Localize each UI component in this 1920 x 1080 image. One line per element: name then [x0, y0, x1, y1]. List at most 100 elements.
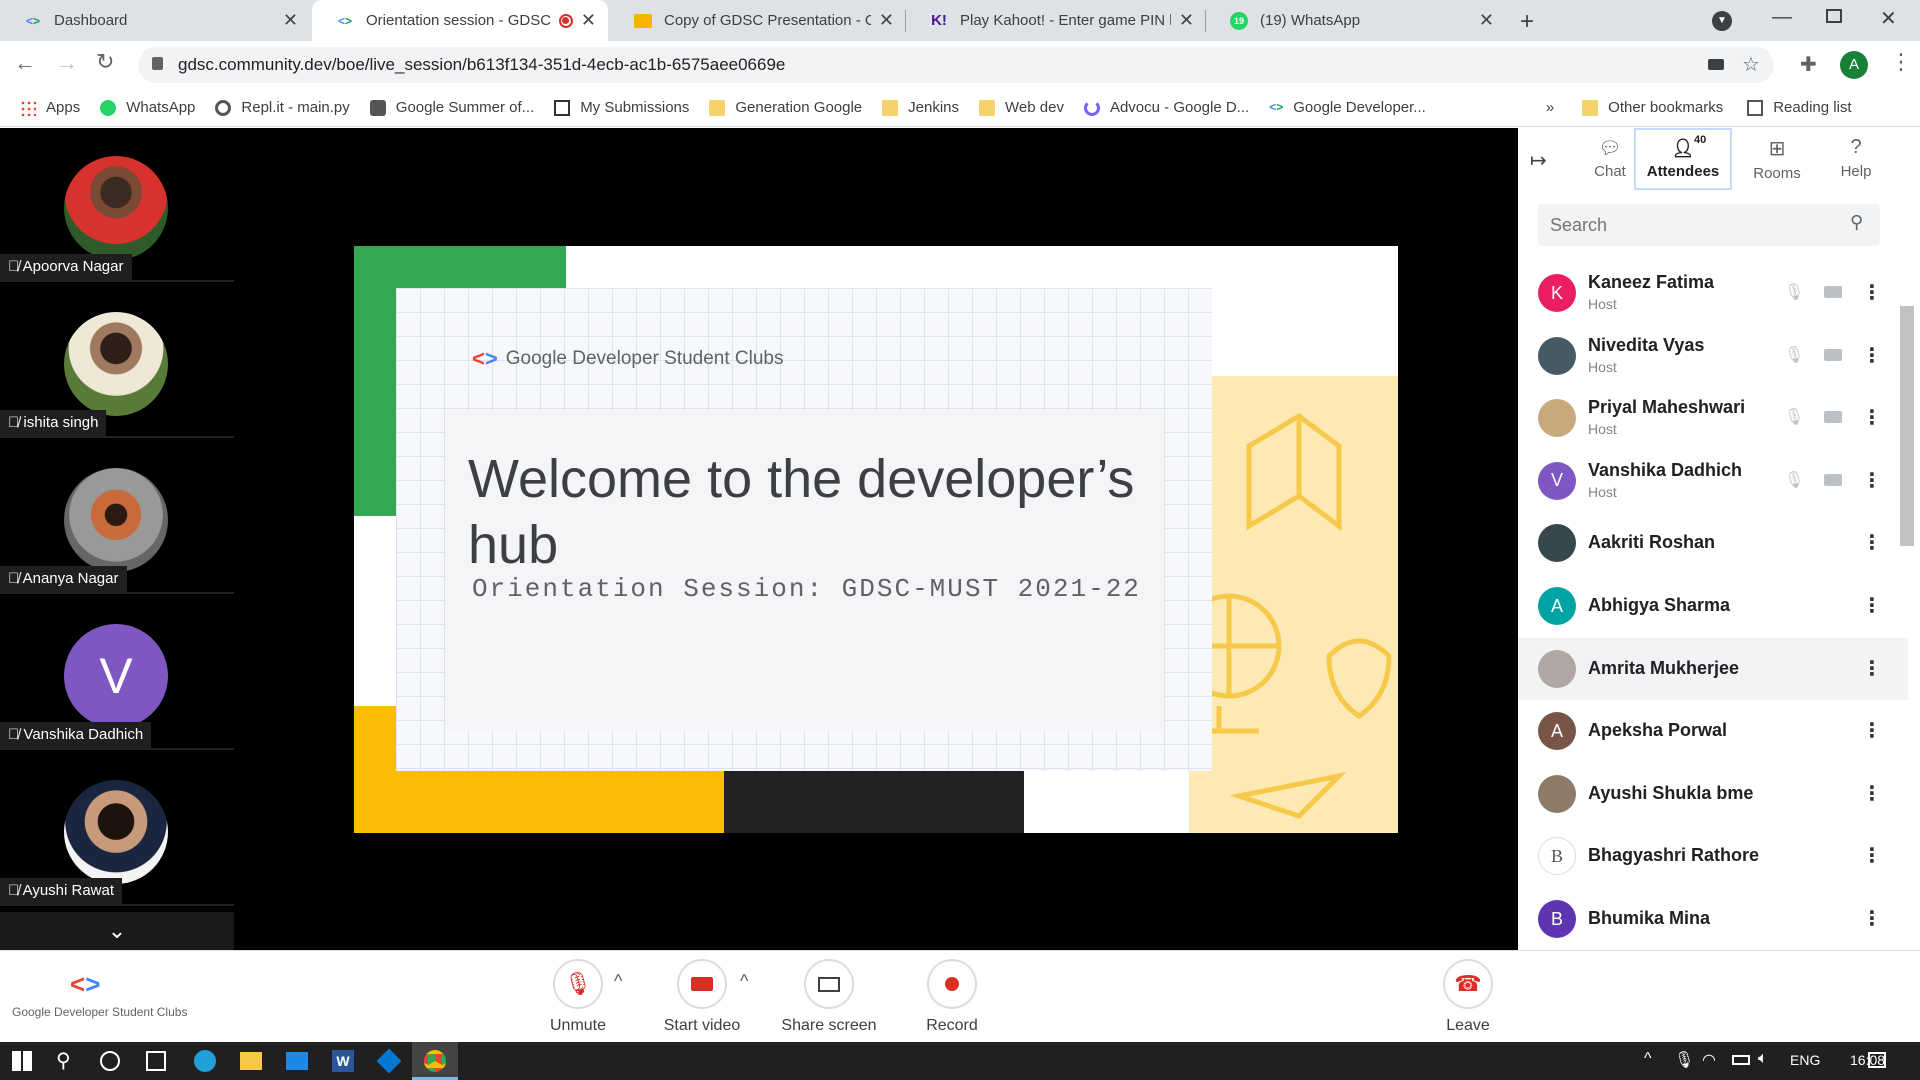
- video-options-chevron-icon[interactable]: ^: [740, 971, 748, 992]
- attendee-more-options-icon[interactable]: ⋮: [1862, 718, 1882, 743]
- attendee-row[interactable]: Nivedita Vyas Host 🎙︎ ⋮: [1518, 325, 1908, 387]
- video-tile[interactable]: 🎙̸ Ayushi Rawat: [0, 752, 234, 906]
- attendee-more-options-icon[interactable]: ⋮: [1862, 280, 1882, 305]
- scroll-down-chevron-icon[interactable]: ⌄: [0, 912, 234, 950]
- attendee-row[interactable]: A Apeksha Porwal ⋮: [1518, 700, 1908, 762]
- attendee-row[interactable]: Ayushi Shukla bme ⋮: [1518, 763, 1908, 825]
- search-icon[interactable]: ⚲: [1850, 212, 1863, 233]
- attendee-search-input[interactable]: [1538, 204, 1828, 246]
- other-bookmarks[interactable]: Other bookmarks: [1582, 99, 1723, 116]
- leave-button[interactable]: ☎︎ Leave: [1428, 959, 1508, 1035]
- attendee-row[interactable]: A Abhigya Sharma ⋮: [1518, 575, 1908, 637]
- tab-whatsapp[interactable]: 19 (19) WhatsApp ✕: [1206, 0, 1506, 41]
- minimize-button[interactable]: —: [1772, 6, 1792, 29]
- bookmark-advocu[interactable]: Advocu - Google D...: [1083, 99, 1249, 116]
- more-bookmarks-chevron[interactable]: »: [1546, 99, 1554, 116]
- attendee-more-options-icon[interactable]: ⋮: [1862, 906, 1882, 931]
- wifi-icon[interactable]: ◠: [1702, 1050, 1716, 1070]
- start-video-button[interactable]: Start video: [652, 959, 752, 1035]
- url-text: gdsc.community.dev/boe/live_session/b613…: [178, 55, 786, 74]
- close-tab-icon[interactable]: ✕: [1479, 10, 1494, 31]
- bookmark-web-dev[interactable]: Web dev: [979, 99, 1064, 116]
- attendee-row[interactable]: V Vanshika Dadhich Host 🎙︎ ⋮: [1518, 450, 1908, 512]
- attendee-search[interactable]: ⚲: [1538, 204, 1880, 246]
- slides-icon: [634, 13, 652, 28]
- profile-avatar[interactable]: A: [1840, 51, 1868, 79]
- tab-help[interactable]: ? Help: [1818, 128, 1894, 190]
- attendee-row[interactable]: Amrita Mukherjee ⋮: [1518, 637, 1908, 700]
- attendee-row[interactable]: K Kaneez Fatima Host 🎙︎ ⋮: [1518, 262, 1908, 324]
- battery-icon[interactable]: [1732, 1055, 1750, 1065]
- notifications-icon[interactable]: [1868, 1052, 1886, 1068]
- reload-icon[interactable]: ↻: [96, 49, 114, 75]
- video-tile[interactable]: 🎙̸ Ananya Nagar: [0, 440, 234, 594]
- close-tab-icon[interactable]: ✕: [1179, 10, 1194, 31]
- attendee-row[interactable]: B Bhagyashri Rathore ⋮: [1518, 825, 1908, 887]
- attendee-more-options-icon[interactable]: ⋮: [1862, 781, 1882, 806]
- tab-kahoot[interactable]: K! Play Kahoot! - Enter game PIN he ✕: [906, 0, 1206, 41]
- volume-icon[interactable]: 🔈︎: [1758, 1050, 1768, 1068]
- record-button[interactable]: Record: [912, 959, 992, 1035]
- attendee-scrollbar[interactable]: [1900, 306, 1914, 546]
- extensions-puzzle-icon[interactable]: ✚: [1800, 52, 1817, 77]
- attendee-more-options-icon[interactable]: ⋮: [1862, 468, 1882, 493]
- word-icon[interactable]: W: [332, 1050, 354, 1072]
- tab-orientation-session[interactable]: < > Orientation session - GDSC M ✕: [312, 0, 608, 41]
- attendee-more-options-icon[interactable]: ⋮: [1862, 530, 1882, 555]
- bookmark-whatsapp[interactable]: WhatsApp: [100, 99, 195, 116]
- tray-chevron-icon[interactable]: ^: [1644, 1050, 1652, 1068]
- close-tab-icon[interactable]: ✕: [283, 10, 298, 31]
- bookmark-gsoc[interactable]: Google Summer of...: [369, 99, 534, 116]
- new-tab-button[interactable]: +: [1520, 8, 1534, 36]
- video-tile[interactable]: 🎙̸ ishita singh: [0, 284, 234, 438]
- restore-button[interactable]: [1826, 9, 1842, 23]
- unmute-button[interactable]: 🎙︎ Unmute: [538, 959, 618, 1035]
- chrome-taskbar-button[interactable]: [412, 1042, 458, 1080]
- attendee-more-options-icon[interactable]: ⋮: [1862, 343, 1882, 368]
- edge-icon[interactable]: [194, 1050, 216, 1072]
- attendee-more-options-icon[interactable]: ⋮: [1862, 405, 1882, 430]
- share-screen-button[interactable]: Share screen: [774, 959, 884, 1035]
- tab-rooms[interactable]: ⊞ Rooms: [1734, 128, 1820, 190]
- language-indicator[interactable]: ENG: [1790, 1052, 1820, 1068]
- attendee-more-options-icon[interactable]: ⋮: [1862, 843, 1882, 868]
- attendee-row[interactable]: Priyal Maheshwari Host 🎙︎ ⋮: [1518, 387, 1908, 449]
- attendee-more-options-icon[interactable]: ⋮: [1862, 593, 1882, 618]
- windows-start-icon[interactable]: [12, 1051, 32, 1071]
- video-tile[interactable]: V 🎙̸ Vanshika Dadhich: [0, 596, 234, 750]
- tab-attendees[interactable]: 👤︎ 40 Attendees: [1634, 128, 1732, 190]
- bookmark-apps[interactable]: Apps: [20, 99, 80, 116]
- microphone-icon[interactable]: 🎙︎: [1674, 1050, 1694, 1070]
- tab-dashboard[interactable]: < > Dashboard ✕: [0, 0, 310, 41]
- bookmark-generation-google[interactable]: Generation Google: [709, 99, 862, 116]
- reading-list[interactable]: Reading list: [1747, 99, 1852, 116]
- video-tile[interactable]: 🎙̸ Apoorva Nagar: [0, 128, 234, 282]
- search-icon[interactable]: ⚲: [56, 1048, 71, 1073]
- url-bar[interactable]: gdsc.community.dev/boe/live_session/b613…: [138, 47, 1774, 83]
- forward-arrow-icon[interactable]: →: [56, 50, 78, 76]
- attendee-row[interactable]: B Bhumika Mina ⋮: [1518, 888, 1908, 950]
- tab-search-icon[interactable]: ▼: [1712, 11, 1732, 31]
- bookmark-jenkins[interactable]: Jenkins: [882, 99, 959, 116]
- tab-gdsc-presentation[interactable]: Copy of GDSC Presentation - Goo ✕: [610, 0, 906, 41]
- audio-options-chevron-icon[interactable]: ^: [614, 971, 622, 992]
- vscode-icon[interactable]: [376, 1048, 402, 1074]
- advocu-icon: [1083, 99, 1100, 116]
- cortana-icon[interactable]: [100, 1051, 120, 1071]
- bookmark-replit[interactable]: Repl.it - main.py: [215, 99, 350, 116]
- bookmark-google-developer[interactable]: <> Google Developer...: [1269, 99, 1426, 116]
- browser-menu-icon[interactable]: ⋮: [1890, 49, 1912, 75]
- close-tab-icon[interactable]: ✕: [879, 10, 894, 31]
- close-tab-icon[interactable]: ✕: [581, 10, 596, 31]
- attendee-more-options-icon[interactable]: ⋮: [1862, 656, 1882, 681]
- bookmark-my-submissions[interactable]: My Submissions: [554, 99, 689, 116]
- camera-in-use-icon[interactable]: [1708, 59, 1724, 70]
- collapse-panel-icon[interactable]: ↦: [1530, 148, 1547, 173]
- close-window-button[interactable]: ✕: [1880, 6, 1897, 31]
- file-explorer-icon[interactable]: [240, 1052, 262, 1070]
- task-view-icon[interactable]: [146, 1051, 166, 1071]
- mail-icon[interactable]: [286, 1052, 308, 1070]
- bookmark-star-icon[interactable]: ☆: [1742, 52, 1760, 77]
- attendee-row[interactable]: Aakriti Roshan ⋮: [1518, 512, 1908, 574]
- back-arrow-icon[interactable]: ←: [14, 50, 36, 76]
